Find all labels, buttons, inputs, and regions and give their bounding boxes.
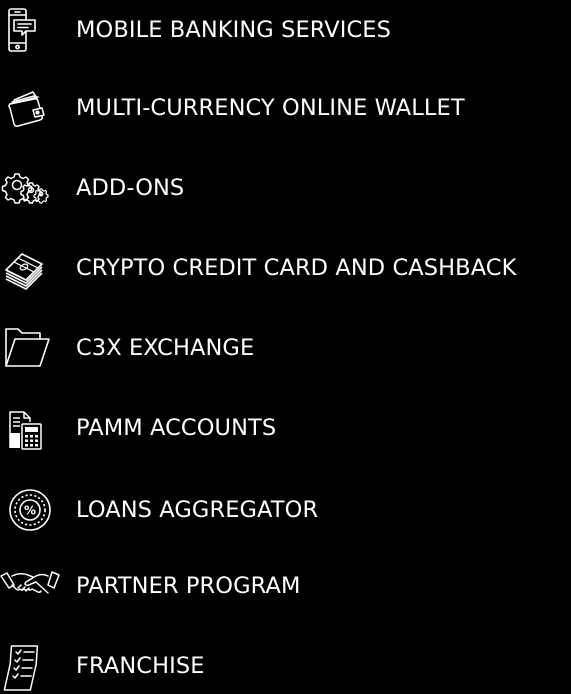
percent-dial-icon: % (0, 482, 62, 538)
services-menu: MOBILE BANKING SERVICES MULTI-CURRENCY O… (0, 0, 571, 691)
menu-item-label: PAMM ACCOUNTS (76, 414, 277, 441)
menu-item-loans-aggregator[interactable]: % LOANS AGGREGATOR (0, 482, 571, 538)
menu-item-pamm-accounts[interactable]: PAMM ACCOUNTS (0, 400, 571, 456)
gears-icon (0, 160, 62, 216)
mobile-phone-icon (0, 2, 62, 58)
menu-item-label: FRANCHISE (76, 652, 205, 679)
menu-item-label: PARTNER PROGRAM (76, 572, 301, 599)
handshake-icon (0, 558, 62, 614)
menu-item-label: MULTI-CURRENCY ONLINE WALLET (76, 94, 465, 121)
folder-icon (0, 320, 62, 376)
menu-item-label: CRYPTO CREDIT CARD AND CASHBACK (76, 254, 517, 281)
documents-calculator-icon (0, 400, 62, 456)
wallet-icon (0, 80, 62, 136)
menu-item-label: MOBILE BANKING SERVICES (76, 16, 392, 43)
menu-item-partner-program[interactable]: PARTNER PROGRAM (0, 558, 571, 614)
menu-item-crypto-credit-card-and-cashback[interactable]: CRYPTO CREDIT CARD AND CASHBACK (0, 240, 571, 296)
menu-item-label: C3X EXCHANGE (76, 334, 255, 361)
menu-item-label: LOANS AGGREGATOR (76, 496, 319, 523)
svg-text:%: % (24, 504, 36, 518)
menu-item-mobile-banking-services[interactable]: MOBILE BANKING SERVICES (0, 2, 571, 58)
menu-item-label: ADD-ONS (76, 174, 185, 201)
cards-stack-icon (0, 240, 62, 296)
menu-item-multi-currency-online-wallet[interactable]: MULTI-CURRENCY ONLINE WALLET (0, 80, 571, 136)
menu-item-add-ons[interactable]: ADD-ONS (0, 160, 571, 216)
menu-item-c3x-exchange[interactable]: C3X EXCHANGE (0, 320, 571, 376)
